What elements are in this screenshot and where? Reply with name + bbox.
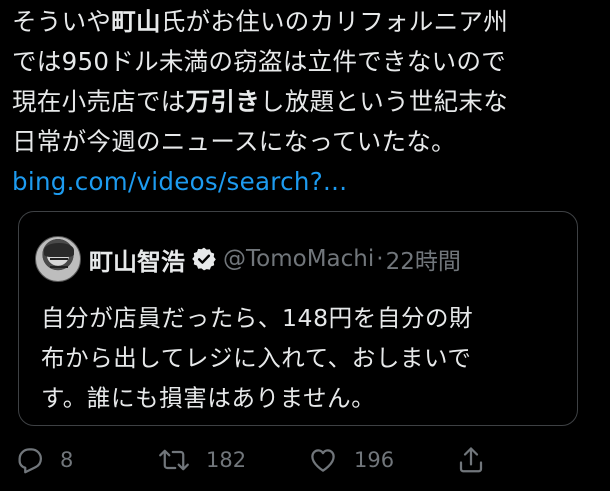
quoted-author-handle[interactable]: @TomoMachi: [223, 246, 374, 272]
bold-text: 万引き: [185, 87, 261, 116]
tweet: そういや町山氏がお住いのカリフォルニア州 では950ドル未満の窃盗は立件できない…: [0, 0, 610, 491]
quoted-tweet-header: 町山智浩 @TomoMachi · 22時間: [35, 236, 461, 282]
quoted-tweet-text: 自分が店員だったら、148円を自分の財 布から出してレジに入れて、おしまいで す…: [41, 298, 561, 418]
retweet-icon: [158, 445, 190, 475]
quoted-text-line: す。誰にも損害はありません。: [41, 384, 376, 412]
retweet-button[interactable]: 182: [158, 438, 246, 482]
tweet-text-line: 日常が今週のニュースになっていたな。: [12, 127, 456, 156]
tweet-link-line: bing.com/videos/search?...: [12, 162, 602, 202]
separator-dot: ·: [376, 246, 384, 272]
reply-count: 8: [60, 448, 74, 472]
retweet-count: 182: [206, 448, 247, 472]
quoted-text-line: 自分が店員だったら、148円を自分の財: [41, 304, 474, 332]
avatar[interactable]: [35, 236, 81, 282]
bold-text: 町山: [111, 7, 161, 36]
tweet-actions: 8 182 196: [0, 438, 610, 482]
verified-badge-icon: [191, 246, 217, 272]
heart-icon: [308, 445, 338, 475]
quoted-text-line: 布から出してレジに入れて、おしまいで: [41, 344, 472, 372]
reply-icon: [14, 445, 44, 475]
tweet-text-line: では950ドル未満の窃盗は立件できないので: [12, 47, 507, 76]
tweet-text-line: そういや町山氏がお住いのカリフォルニア州: [12, 7, 509, 36]
like-button[interactable]: 196: [308, 438, 394, 482]
quoted-author-name[interactable]: 町山智浩: [89, 242, 185, 277]
share-button[interactable]: [456, 438, 486, 482]
tweet-text-line: 現在小売店では万引きし放題という世紀末な: [12, 87, 509, 116]
share-icon: [456, 445, 486, 475]
reply-button[interactable]: 8: [14, 438, 73, 482]
tweet-link[interactable]: bing.com/videos/search?...: [12, 167, 347, 196]
quoted-tweet[interactable]: 町山智浩 @TomoMachi · 22時間 自分が店員だったら、148円を自分…: [18, 211, 578, 426]
quoted-timestamp[interactable]: 22時間: [386, 242, 461, 276]
like-count: 196: [354, 448, 395, 472]
tweet-text: そういや町山氏がお住いのカリフォルニア州 では950ドル未満の窃盗は立件できない…: [12, 2, 602, 202]
